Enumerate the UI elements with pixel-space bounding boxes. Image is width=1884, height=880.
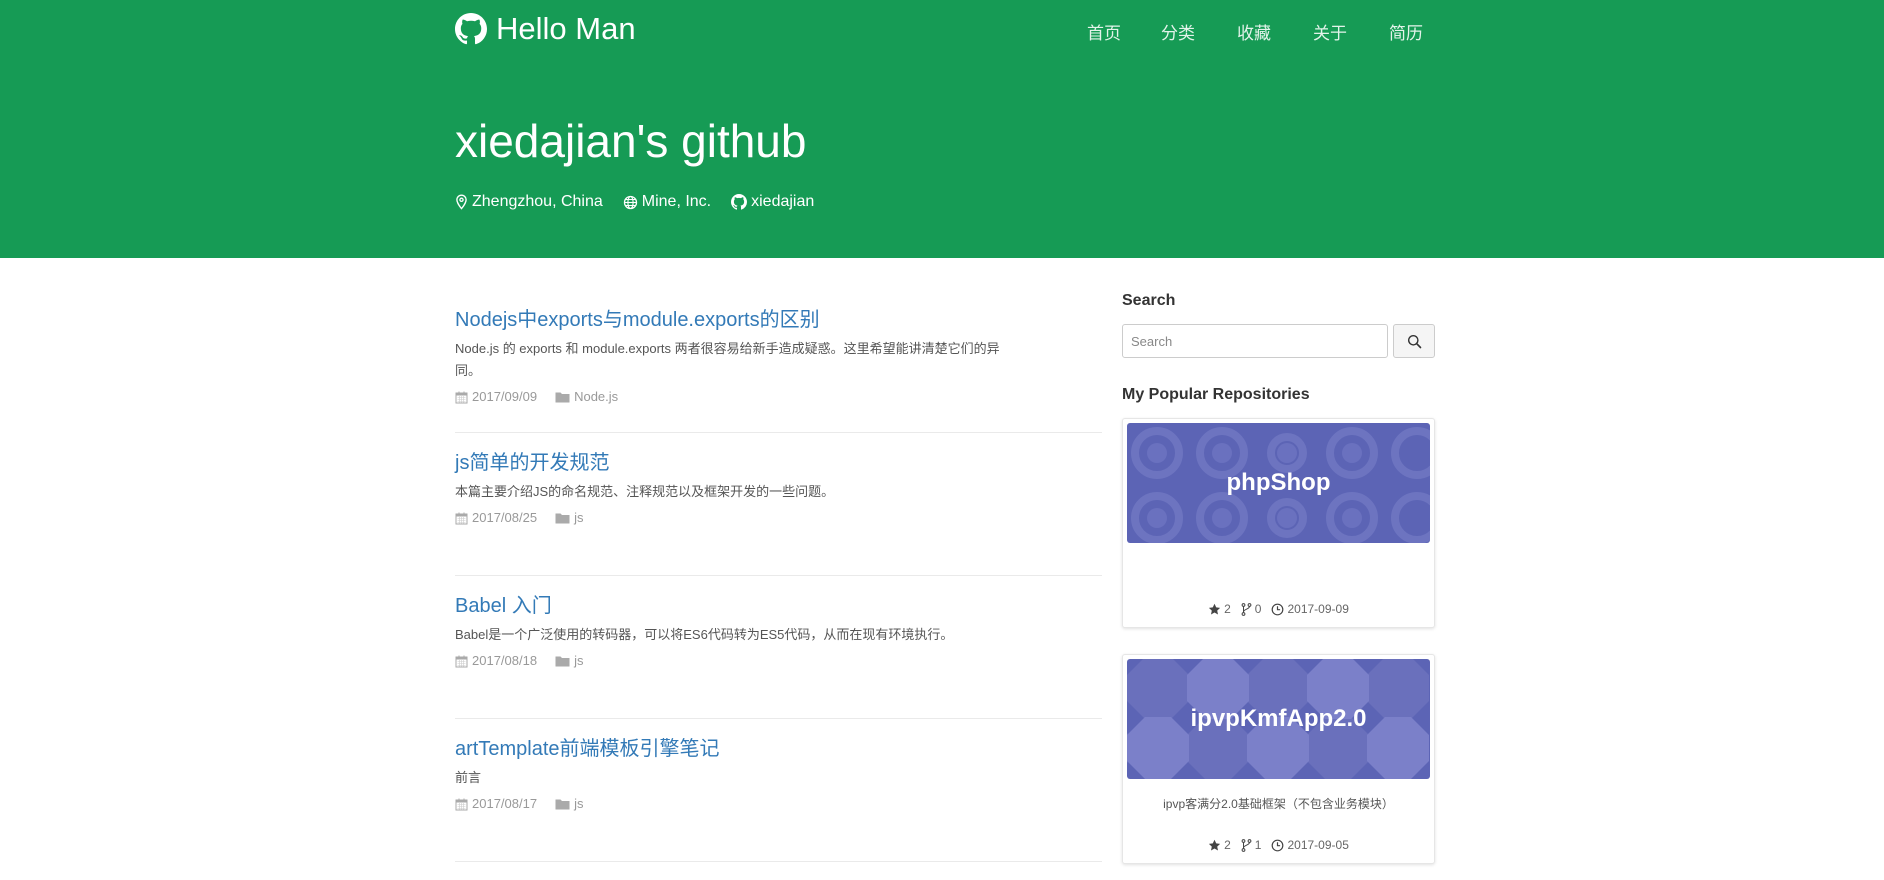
repo-updated: 2017-09-09 — [1271, 602, 1349, 616]
post-meta: 2017/09/09 Node.js — [455, 388, 1102, 406]
folder-icon — [555, 513, 570, 524]
nav-item-categories[interactable]: 分类 — [1161, 20, 1195, 47]
star-icon — [1209, 603, 1221, 614]
post-title-link[interactable]: Babel 入门 — [455, 594, 1102, 618]
post-date: 2017/08/25 — [455, 509, 537, 527]
post-excerpt: Node.js 的 exports 和 module.exports 两者很容易… — [455, 341, 1000, 378]
globe-icon — [623, 195, 637, 209]
post-date: 2017/08/17 — [455, 795, 537, 813]
post-date-text: 2017/08/17 — [472, 796, 538, 811]
repos-heading: My Popular Repositories — [1122, 386, 1310, 403]
company-item: Mine, Inc. — [623, 191, 711, 213]
repo-banner: phpShop — [1127, 423, 1430, 543]
hero-banner — [0, 0, 1884, 258]
post-excerpt: 前言 — [455, 770, 482, 785]
calendar-icon — [455, 798, 468, 810]
repo-updated-date: 2017-09-05 — [1287, 838, 1349, 852]
folder-icon — [555, 392, 570, 403]
post-meta: 2017/08/25 js — [455, 509, 1102, 527]
clock-icon — [1272, 603, 1284, 615]
fork-icon — [1241, 838, 1252, 852]
repo-stats: 2 1 2017-09-05 — [1127, 831, 1430, 859]
repo-card[interactable]: phpShop 2 0 2017-09-09 — [1122, 418, 1435, 628]
github-link[interactable]: xiedajian — [731, 191, 814, 213]
github-username: xiedajian — [751, 193, 815, 210]
brand-title: Hello Man — [496, 11, 636, 46]
search-input[interactable] — [1122, 324, 1388, 358]
post-item: Babel 入门 Babel是一个广泛使用的转码器，可以将ES6代码转为ES5代… — [455, 576, 1102, 719]
post-item: js简单的开发规范 本篇主要介绍JS的命名规范、注释规范以及框架开发的一些问题。… — [455, 433, 1102, 576]
repo-stars-count: 2 — [1224, 838, 1231, 852]
post-excerpt: 本篇主要介绍JS的命名规范、注释规范以及框架开发的一些问题。 — [455, 484, 835, 499]
repo-forks-count: 0 — [1254, 602, 1262, 616]
location-text: Zhengzhou, China — [472, 193, 603, 210]
top-nav: 首页 分类 收藏 关于 简历 — [1087, 20, 1423, 47]
location-item: Zhengzhou, China — [455, 191, 603, 213]
post-item: artTemplate前端模板引擎笔记 前言 2017/08/17 js — [455, 719, 1102, 862]
repo-updated-date: 2017-09-09 — [1287, 602, 1349, 616]
repo-name: ipvpKmfApp2.0 — [1190, 705, 1367, 732]
post-category-text: js — [574, 796, 584, 811]
fork-icon — [1241, 602, 1252, 616]
post-category-text: js — [574, 510, 584, 525]
repo-stars-count: 2 — [1224, 602, 1231, 616]
post-excerpt: Babel是一个广泛使用的转码器，可以将ES6代码转为ES5代码，从而在现有环境… — [455, 627, 954, 642]
profile-meta: Zhengzhou, China Mine, Inc. xiedajian — [455, 191, 834, 213]
post-title-link[interactable]: artTemplate前端模板引擎笔记 — [455, 737, 1102, 761]
repo-forks-count: 1 — [1254, 838, 1262, 852]
github-icon — [731, 194, 748, 210]
post-category-link[interactable]: js — [555, 795, 583, 813]
nav-item-home[interactable]: 首页 — [1087, 20, 1121, 47]
post-date-text: 2017/08/25 — [472, 510, 538, 525]
calendar-icon — [455, 655, 468, 667]
repo-card[interactable]: ipvpKmfApp2.0 ipvp客满分2.0基础框架（不包含业务模块） 2 … — [1122, 654, 1435, 864]
repo-banner: ipvpKmfApp2.0 — [1127, 659, 1430, 779]
repo-stars: 2 — [1208, 602, 1231, 616]
post-date-text: 2017/09/09 — [472, 389, 538, 404]
search-form — [1122, 324, 1435, 358]
nav-item-favorites[interactable]: 收藏 — [1237, 20, 1271, 47]
post-meta: 2017/08/18 js — [455, 652, 1102, 670]
repo-name: phpShop — [1226, 469, 1331, 496]
nav-item-about[interactable]: 关于 — [1313, 20, 1347, 47]
post-title-link[interactable]: Nodejs中exports与module.exports的区别 — [455, 308, 1102, 332]
post-title-link[interactable]: js简单的开发规范 — [455, 451, 1102, 475]
repo-description: ipvp客满分2.0基础框架（不包含业务模块） — [1163, 797, 1394, 811]
search-icon — [1407, 334, 1421, 348]
folder-icon — [555, 656, 570, 667]
post-date-text: 2017/08/18 — [472, 653, 538, 668]
repo-description — [1127, 543, 1430, 595]
post-category-text: js — [574, 653, 584, 668]
post-category-link[interactable]: js — [555, 652, 583, 670]
post-date: 2017/08/18 — [455, 652, 537, 670]
post-date: 2017/09/09 — [455, 388, 537, 406]
post-meta: 2017/08/17 js — [455, 795, 1102, 813]
repo-forks: 0 — [1241, 602, 1262, 616]
repo-forks: 1 — [1241, 838, 1262, 852]
nav-item-resume[interactable]: 简历 — [1389, 20, 1423, 47]
github-logo-icon — [455, 13, 487, 45]
company-text: Mine, Inc. — [641, 193, 712, 210]
star-icon — [1209, 839, 1221, 850]
clock-icon — [1272, 839, 1284, 851]
repo-stars: 2 — [1208, 838, 1231, 852]
folder-icon — [555, 799, 570, 810]
repo-updated: 2017-09-05 — [1271, 838, 1349, 852]
post-category-link[interactable]: js — [555, 509, 583, 527]
post-list: Nodejs中exports与module.exports的区别 Node.js… — [455, 290, 1102, 862]
post-item: Nodejs中exports与module.exports的区别 Node.js… — [455, 290, 1102, 433]
calendar-icon — [455, 391, 468, 403]
page-title: xiedajian's github — [455, 115, 807, 167]
repo-stats: 2 0 2017-09-09 — [1127, 595, 1430, 623]
post-category-text: Node.js — [574, 389, 619, 404]
post-category-link[interactable]: Node.js — [555, 388, 618, 406]
calendar-icon — [455, 512, 468, 524]
sidebar: Search My Popular Repositories phpShop — [1122, 290, 1435, 864]
map-pin-icon — [456, 194, 467, 210]
search-button[interactable] — [1393, 324, 1435, 358]
brand-link[interactable]: Hello Man — [455, 10, 636, 48]
search-heading: Search — [1122, 292, 1176, 309]
